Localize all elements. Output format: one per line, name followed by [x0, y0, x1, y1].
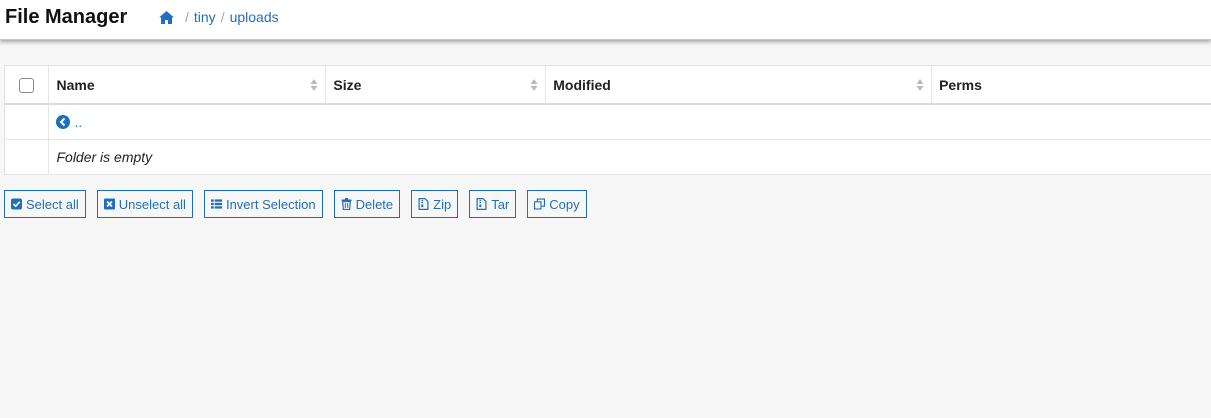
parent-link-label: .. [74, 113, 83, 130]
column-header-perms-label: Perms [939, 76, 982, 93]
breadcrumb-link-tiny[interactable]: tiny [194, 9, 216, 25]
row-check-cell [5, 104, 50, 140]
column-header-size[interactable]: Size [325, 66, 547, 105]
table-row-empty: Folder is empty [5, 139, 1211, 175]
column-header-modified-label: Modified [553, 76, 611, 93]
select-all-button[interactable]: Select all [4, 190, 86, 218]
delete-button[interactable]: Delete [333, 190, 401, 218]
unselect-all-label: Unselect all [118, 196, 186, 212]
zip-button[interactable]: Zip [411, 190, 459, 218]
sort-icon [310, 79, 318, 91]
home-icon[interactable] [158, 10, 175, 25]
breadcrumb-separator: / [185, 9, 189, 25]
breadcrumb-separator: / [220, 9, 225, 25]
breadcrumb-link-uploads[interactable]: uploads [230, 9, 279, 25]
select-all-checkbox[interactable] [19, 77, 35, 93]
bulk-actions-bar: Select all Unselect all Invert Selection… [4, 190, 587, 218]
trash-icon [341, 198, 352, 210]
tar-label: Tar [491, 196, 510, 212]
sort-icon [530, 79, 538, 91]
x-square-icon [103, 198, 115, 210]
header-select-cell [5, 66, 50, 105]
check-square-icon [11, 198, 22, 210]
copy-icon [534, 198, 546, 210]
breadcrumb: / tiny / uploads [158, 9, 279, 25]
column-header-size-label: Size [333, 76, 362, 93]
sort-icon [916, 79, 924, 91]
column-header-perms[interactable]: Perms [931, 66, 1211, 105]
top-navbar: File Manager / tiny / uploads [0, 0, 1211, 40]
copy-label: Copy [549, 196, 580, 212]
parent-dir-cell: .. [48, 104, 1211, 140]
column-header-modified[interactable]: Modified [545, 66, 933, 105]
file-archive-icon [476, 198, 487, 210]
column-header-name[interactable]: Name [48, 66, 327, 105]
select-all-label: Select all [26, 196, 79, 212]
row-check-cell [5, 139, 50, 175]
delete-label: Delete [355, 196, 394, 212]
invert-selection-label: Invert Selection [225, 196, 316, 212]
zip-label: Zip [433, 196, 452, 212]
file-table-container: Name Size Modified Perms .. Folder is em… [4, 65, 1211, 175]
column-header-name-label: Name [56, 76, 95, 93]
table-header-row: Name Size Modified Perms [5, 66, 1211, 105]
empty-cell: Folder is empty [48, 139, 1211, 175]
parent-directory-link[interactable]: .. [56, 114, 1211, 130]
unselect-all-button[interactable]: Unselect all [96, 190, 193, 218]
tar-button[interactable]: Tar [469, 190, 517, 218]
empty-folder-message: Folder is empty [56, 148, 153, 165]
chevron-left-circle-icon [56, 114, 71, 129]
file-table: Name Size Modified Perms .. Folder is em… [5, 66, 1211, 175]
copy-button[interactable]: Copy [527, 190, 587, 218]
table-row-parent: .. [5, 104, 1211, 140]
list-icon [210, 199, 222, 209]
app-title: File Manager [5, 6, 128, 28]
file-archive-icon [418, 198, 429, 210]
invert-selection-button[interactable]: Invert Selection [203, 190, 323, 218]
